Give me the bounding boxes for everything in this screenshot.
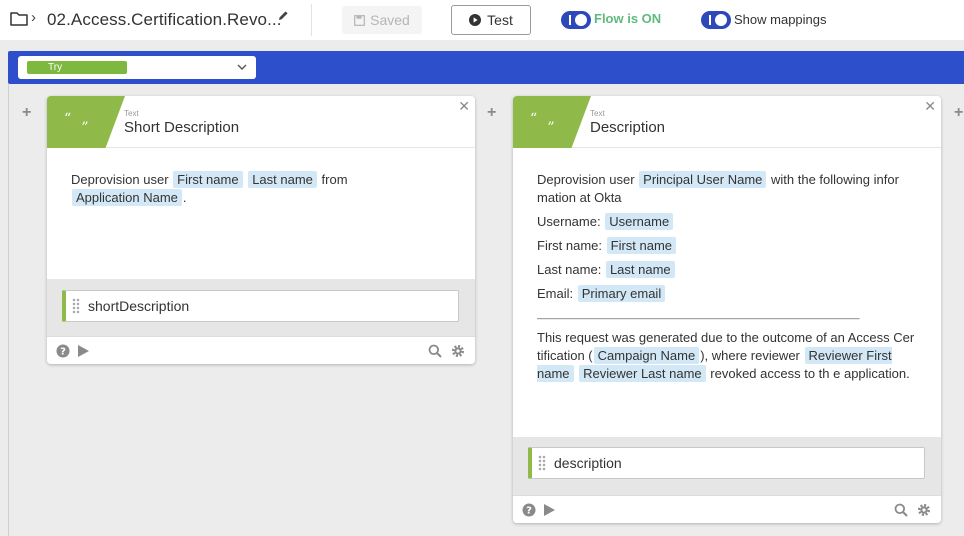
test-label: Test: [487, 12, 513, 28]
gear-icon[interactable]: [451, 344, 465, 358]
svg-text:?: ?: [60, 347, 66, 358]
card-footer: ?: [513, 495, 941, 523]
token-username[interactable]: Username: [605, 213, 674, 230]
help-icon[interactable]: ?: [522, 503, 536, 517]
quote-icon: “ „: [47, 96, 125, 148]
show-mappings-label: Show mappings: [734, 12, 827, 27]
plus-icon[interactable]: +: [487, 104, 496, 122]
play-circle-icon: [469, 14, 482, 26]
card-type-label: Text: [124, 109, 139, 118]
card-header: “ „ Text Short Description ✕: [47, 96, 475, 148]
flow-title[interactable]: 02.Access.Certification.Revo...: [47, 10, 282, 30]
token-last-name[interactable]: Last name: [248, 171, 317, 188]
plus-icon[interactable]: +: [954, 104, 963, 122]
chevron-right-icon: ›: [31, 9, 36, 26]
close-icon[interactable]: ✕: [458, 98, 470, 115]
try-select[interactable]: Try: [18, 56, 256, 79]
card-footer: ?: [47, 336, 475, 364]
output-variable-name: shortDescription: [88, 298, 190, 314]
test-button[interactable]: Test: [451, 5, 531, 35]
text: from: [321, 172, 348, 187]
text: Email:: [537, 286, 574, 301]
token-first-name[interactable]: First name: [173, 171, 243, 188]
folder-icon[interactable]: [10, 11, 28, 26]
card-body[interactable]: Deprovision user Principal User Name wit…: [513, 148, 941, 383]
flow-toggle[interactable]: [561, 11, 591, 29]
chevron-down-icon: [237, 64, 247, 70]
plus-icon[interactable]: +: [22, 104, 31, 122]
output-variable-name: description: [554, 455, 622, 471]
search-icon[interactable]: [894, 503, 908, 517]
show-mappings-toggle[interactable]: [701, 11, 731, 29]
token-primary-email[interactable]: Primary email: [577, 285, 666, 302]
token-reviewer-last-name[interactable]: Reviewer Last name: [579, 365, 706, 382]
saved-label: Saved: [370, 12, 410, 28]
drag-handle-icon[interactable]: [72, 298, 80, 314]
play-icon[interactable]: [76, 344, 90, 358]
quote-icon: “ „: [513, 96, 591, 148]
card-short-description[interactable]: “ „ Text Short Description ✕ Deprovision…: [47, 96, 475, 364]
text: Deprovision user: [71, 172, 169, 187]
svg-text:?: ?: [526, 506, 532, 517]
search-icon[interactable]: [428, 344, 442, 358]
play-icon[interactable]: [542, 503, 556, 517]
token-principal-user-name[interactable]: Principal User Name: [639, 171, 767, 188]
gear-icon[interactable]: [917, 503, 931, 517]
token-first-name[interactable]: First name: [606, 237, 677, 254]
close-icon[interactable]: ✕: [924, 98, 936, 115]
token-last-name[interactable]: Last name: [605, 261, 675, 278]
text: Deprovision user: [537, 172, 635, 187]
text: First name:: [537, 238, 603, 253]
text: revoked access to th e application.: [710, 366, 910, 381]
card-header: “ „ Text Description ✕: [513, 96, 941, 148]
flow-status-label: Flow is ON: [594, 11, 662, 26]
output-variable-field[interactable]: shortDescription: [62, 290, 459, 322]
drag-handle-icon[interactable]: [538, 455, 546, 471]
card-description[interactable]: “ „ Text Description ✕ Deprovision user …: [513, 96, 941, 523]
text: Last name:: [537, 262, 602, 277]
divider-line: ________________________________________…: [537, 309, 860, 320]
card-body[interactable]: Deprovision user First name Last name fr…: [47, 148, 475, 207]
saved-button[interactable]: Saved: [342, 6, 422, 34]
toolbar-divider: [311, 4, 312, 36]
card-title: Description: [590, 119, 666, 136]
card-title: Short Description: [124, 119, 240, 136]
save-icon: [354, 14, 366, 26]
try-pill: Try: [27, 61, 127, 74]
token-application-name[interactable]: Application Name: [72, 189, 182, 206]
top-toolbar: › 02.Access.Certification.Revo... Saved …: [0, 0, 964, 40]
pencil-icon[interactable]: [278, 10, 289, 21]
card-type-label: Text: [590, 109, 605, 118]
token-campaign-name[interactable]: Campaign Name: [593, 347, 700, 364]
output-variable-field[interactable]: description: [528, 447, 925, 479]
text: Username:: [537, 214, 601, 229]
help-icon[interactable]: ?: [56, 344, 70, 358]
text: ), where reviewer: [700, 348, 800, 363]
text: .: [182, 190, 187, 205]
